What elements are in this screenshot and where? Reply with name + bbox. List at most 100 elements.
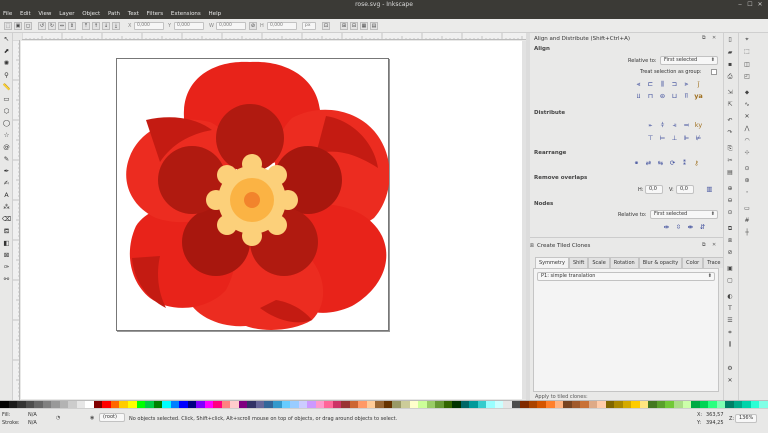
exchange-positions-icon[interactable]: ⇄: [644, 159, 653, 168]
tab-trace[interactable]: Trace: [703, 257, 725, 268]
ungroup-icon[interactable]: ▢: [726, 277, 734, 285]
menu-text[interactable]: Text: [125, 10, 142, 19]
stroke-value[interactable]: N/A: [28, 420, 37, 426]
center-horizontal-axis-icon[interactable]: ⊜: [658, 92, 667, 101]
transform-patterns-icon[interactable]: ▤: [370, 22, 378, 30]
vertical-ruler[interactable]: [13, 40, 20, 400]
opacity-icon[interactable]: ◔: [56, 415, 60, 421]
menu-filters[interactable]: Filters: [144, 10, 167, 19]
zoom-page-icon[interactable]: ⊙: [726, 209, 734, 217]
eye-icon[interactable]: ◉: [90, 415, 94, 421]
panel-menu-icon[interactable]: ⧉: [702, 242, 706, 248]
layer-select[interactable]: (root): [99, 413, 125, 422]
panel-close-icon[interactable]: ✕: [712, 35, 716, 41]
align-right-icon[interactable]: ⊐: [670, 80, 679, 89]
snap-smooth-icon[interactable]: ◠: [742, 137, 752, 145]
align-right-edge-icon[interactable]: ⫸: [682, 80, 691, 89]
connector-tool-icon[interactable]: ⚯: [2, 275, 11, 284]
unclump-icon[interactable]: ⚷: [692, 159, 701, 168]
unlink-clone-icon[interactable]: ⊘: [726, 249, 734, 257]
snap-centers-icon[interactable]: ⊙: [742, 165, 752, 173]
distribute-baseline-icon[interactable]: ⊭: [694, 134, 703, 143]
select-all-icon[interactable]: ⬚: [4, 22, 12, 30]
panel-menu-icon[interactable]: ⧉: [702, 35, 706, 41]
exchange-clockwise-icon[interactable]: ⟳: [668, 159, 677, 168]
pencil-tool-icon[interactable]: ✎: [2, 155, 11, 164]
distribute-gaps-h-icon[interactable]: ⫤: [682, 121, 691, 130]
undo-icon[interactable]: ↶: [726, 117, 734, 125]
rose-illustration[interactable]: [116, 58, 389, 331]
snap-grids-icon[interactable]: #: [742, 217, 752, 225]
select-all-layers-icon[interactable]: ▣: [14, 22, 22, 30]
distribute-bottom-icon[interactable]: ⊥: [670, 134, 679, 143]
w-field[interactable]: 0,000: [216, 22, 246, 30]
export-icon[interactable]: ⇱: [726, 101, 734, 109]
x-field[interactable]: 0,000: [134, 22, 164, 30]
align-bottom-edge-icon[interactable]: ⫫: [634, 92, 643, 101]
align-nodes-h-icon[interactable]: ⇹: [662, 223, 671, 232]
snap-nodes-icon[interactable]: ⬥: [742, 89, 752, 97]
snap-toggle-icon[interactable]: ⌖: [742, 36, 752, 44]
menu-view[interactable]: View: [35, 10, 54, 19]
lock-icon[interactable]: ⊘: [249, 22, 257, 30]
text-tool-icon[interactable]: A: [2, 191, 11, 200]
import-icon[interactable]: ⇲: [726, 89, 734, 97]
zoom-selection-icon[interactable]: ⊕: [726, 185, 734, 193]
gradient-tool-icon[interactable]: ◧: [2, 239, 11, 248]
lower-icon[interactable]: ↓: [102, 22, 110, 30]
align-left-icon[interactable]: ⊏: [646, 80, 655, 89]
snap-page-border-icon[interactable]: ▭: [742, 205, 752, 213]
tab-scale[interactable]: Scale: [588, 257, 610, 268]
zoom-drawing-icon[interactable]: ⊖: [726, 197, 734, 205]
distribute-center-h-icon[interactable]: ⫩: [658, 121, 667, 130]
3d-box-tool-icon[interactable]: ⬡: [2, 107, 11, 116]
tweak-tool-icon[interactable]: ✺: [2, 59, 11, 68]
snap-guides-icon[interactable]: ┼: [742, 229, 752, 237]
distribute-left-icon[interactable]: ⫦: [646, 121, 655, 130]
center-vertical-axis-icon[interactable]: ⫼: [658, 80, 667, 89]
tab-color[interactable]: Color: [682, 257, 704, 268]
align-text-baseline-icon[interactable]: ya: [694, 92, 703, 101]
snap-rotation-center-icon[interactable]: ⊛: [742, 177, 752, 185]
calligraphy-tool-icon[interactable]: ✍: [2, 179, 11, 188]
distribute-nodes-v-icon[interactable]: ⇵: [698, 223, 707, 232]
pen-tool-icon[interactable]: ✒: [2, 167, 11, 176]
align-left-edge-icon[interactable]: ⫷: [634, 80, 643, 89]
copy-icon[interactable]: ⎘: [726, 145, 734, 153]
distribute-text-icon[interactable]: ky: [694, 121, 703, 130]
raise-to-top-icon[interactable]: ⤒: [82, 22, 90, 30]
snap-bbox-corners-icon[interactable]: ◰: [742, 73, 752, 81]
menu-help[interactable]: Help: [206, 10, 225, 19]
h-gap-field[interactable]: 0,0: [645, 185, 663, 194]
snap-intersections-icon[interactable]: ✕: [742, 113, 752, 121]
scale-stroke-icon[interactable]: ⊡: [322, 22, 330, 30]
print-icon[interactable]: ⎙: [726, 73, 734, 81]
transform-gradients-icon[interactable]: ▦: [360, 22, 368, 30]
fill-stroke-icon[interactable]: ◐: [726, 293, 734, 301]
unit-select[interactable]: px: [302, 22, 316, 30]
align-baseline-icon[interactable]: ǰ: [694, 80, 703, 89]
y-field[interactable]: 0,000: [174, 22, 204, 30]
deselect-icon[interactable]: ◻: [24, 22, 32, 30]
menu-path[interactable]: Path: [105, 10, 123, 19]
duplicate-icon[interactable]: ⧉: [726, 225, 734, 233]
h-field[interactable]: 0,000: [267, 22, 297, 30]
doc-properties-icon[interactable]: ✕: [726, 377, 734, 385]
dropper-tool-icon[interactable]: ✑: [2, 263, 11, 272]
treat-selection-checkbox[interactable]: [711, 69, 717, 75]
snap-bbox-icon[interactable]: ⬚: [742, 48, 752, 56]
star-tool-icon[interactable]: ☆: [2, 131, 11, 140]
flip-horizontal-icon[interactable]: ⇔: [58, 22, 66, 30]
v-gap-field[interactable]: 0,0: [676, 185, 694, 194]
preferences-icon[interactable]: ⚙: [726, 365, 734, 373]
minimize-button[interactable]: ‒: [736, 1, 744, 9]
panel-close-icon[interactable]: ✕: [712, 242, 716, 248]
align-bottom-icon[interactable]: ⊔: [670, 92, 679, 101]
zoom-tool-icon[interactable]: ⚲: [2, 71, 11, 80]
snap-paths-icon[interactable]: ∿: [742, 101, 752, 109]
new-document-icon[interactable]: ▯: [726, 36, 734, 44]
randomize-icon[interactable]: ⁑: [680, 159, 689, 168]
symmetry-select[interactable]: P1: simple translation ⬍: [537, 272, 715, 281]
mesh-tool-icon[interactable]: ⊠: [2, 251, 11, 260]
menu-edit[interactable]: Edit: [17, 10, 34, 19]
